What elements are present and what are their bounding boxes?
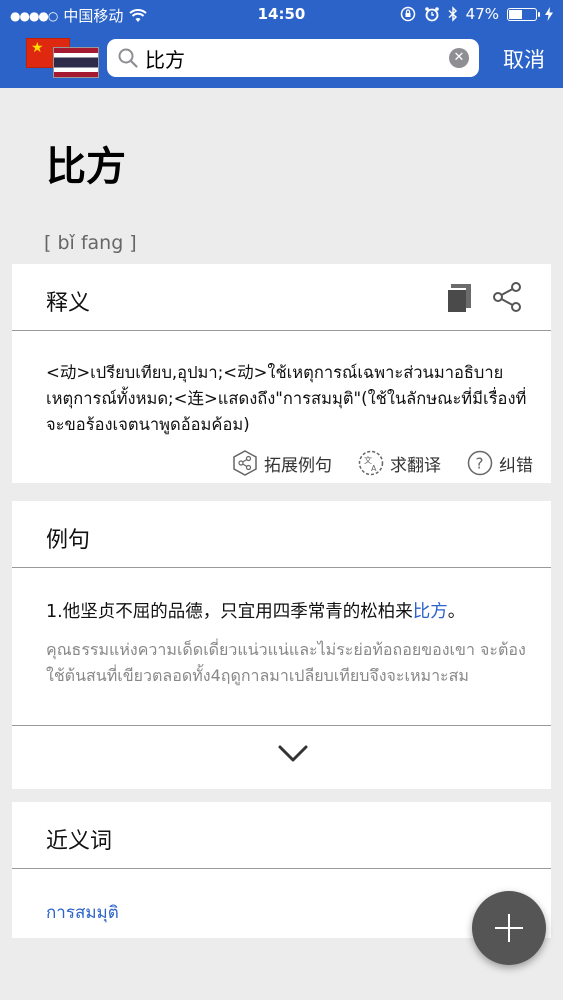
definition-actions: 拓展例句 文 A 求翻译 ? 纠错	[232, 450, 533, 476]
synonyms-header: 近义词	[12, 802, 551, 869]
report-error-button[interactable]: ? 纠错	[467, 450, 533, 476]
definition-header: 释义	[12, 264, 551, 331]
question-icon: ?	[467, 450, 493, 476]
copy-icon[interactable]	[442, 280, 476, 314]
expand-examples-label: 拓展例句	[264, 455, 332, 476]
battery-icon	[507, 7, 540, 21]
battery-fill	[509, 9, 523, 19]
definition-title: 释义	[46, 291, 91, 316]
example-suffix: 。	[447, 602, 466, 622]
plus-icon	[495, 914, 523, 942]
battery-percent: 47%	[465, 5, 499, 23]
pinyin: [ bǐ fang ]	[44, 232, 137, 254]
share-icon[interactable]	[490, 280, 524, 314]
examples-divider	[12, 725, 551, 726]
synonyms-title: 近义词	[46, 829, 113, 854]
search-icon	[118, 48, 138, 68]
headword: 比方	[46, 144, 126, 190]
chevron-down-icon[interactable]	[277, 741, 309, 765]
bluetooth-icon	[448, 6, 457, 22]
synonym-link[interactable]: การสมมุติ	[46, 899, 119, 926]
example-sentence: 1.他坚贞不屈的品德，只宜用四季常青的松柏来比方。	[46, 598, 541, 623]
examples-title: 例句	[46, 528, 91, 553]
thailand-flag-icon[interactable]	[53, 47, 99, 78]
cancel-button[interactable]: 取消	[503, 44, 545, 74]
status-right: 47%	[400, 5, 553, 23]
expand-examples-button[interactable]: 拓展例句	[232, 450, 332, 476]
examples-header: 例句	[12, 501, 551, 568]
example-highlight[interactable]: 比方	[413, 602, 448, 622]
status-bar: ●●●●○ 中国移动 14:50 47%	[0, 0, 563, 30]
example-translation: คุณธรรมแห่งความเด็ดเดี่ยวแน่วแน่และไม่ระ…	[46, 640, 526, 685]
translate-icon: 文 A	[358, 450, 384, 476]
report-error-label: 纠错	[499, 455, 533, 476]
examples-card: 例句 1.他坚贞不屈的品德，只宜用四季常青的松柏来比方。 คุณธรรมแห่ง…	[12, 501, 551, 789]
search-bar: ★ ✕ 取消	[0, 30, 563, 88]
search-input[interactable]	[145, 44, 435, 72]
search-field[interactable]: ✕	[107, 39, 479, 77]
orientation-lock-icon	[400, 6, 415, 22]
alarm-icon	[424, 7, 439, 22]
request-translation-button[interactable]: 文 A 求翻译	[358, 450, 441, 476]
example-prefix: 1.他坚贞不屈的品德，只宜用四季常青的松柏来	[46, 602, 413, 622]
definition-text: <动>เปรียบเทียบ,อุปมา;<动>ใช้เหตุการณ์เฉพา…	[46, 363, 527, 434]
request-translation-label: 求翻译	[390, 455, 441, 476]
add-button[interactable]	[472, 891, 546, 965]
clear-search-icon[interactable]: ✕	[449, 48, 469, 68]
charging-icon	[545, 7, 553, 21]
synonyms-card: 近义词 การสมมุติ	[12, 802, 551, 938]
share-hexagon-icon	[233, 450, 257, 476]
svg-text:?: ?	[476, 455, 484, 473]
definition-card: 释义 <动>เปรียบเทียบ,อุปมา;<动>ใช้เหตุการณ์เ…	[12, 264, 551, 483]
svg-text:A: A	[371, 464, 377, 473]
